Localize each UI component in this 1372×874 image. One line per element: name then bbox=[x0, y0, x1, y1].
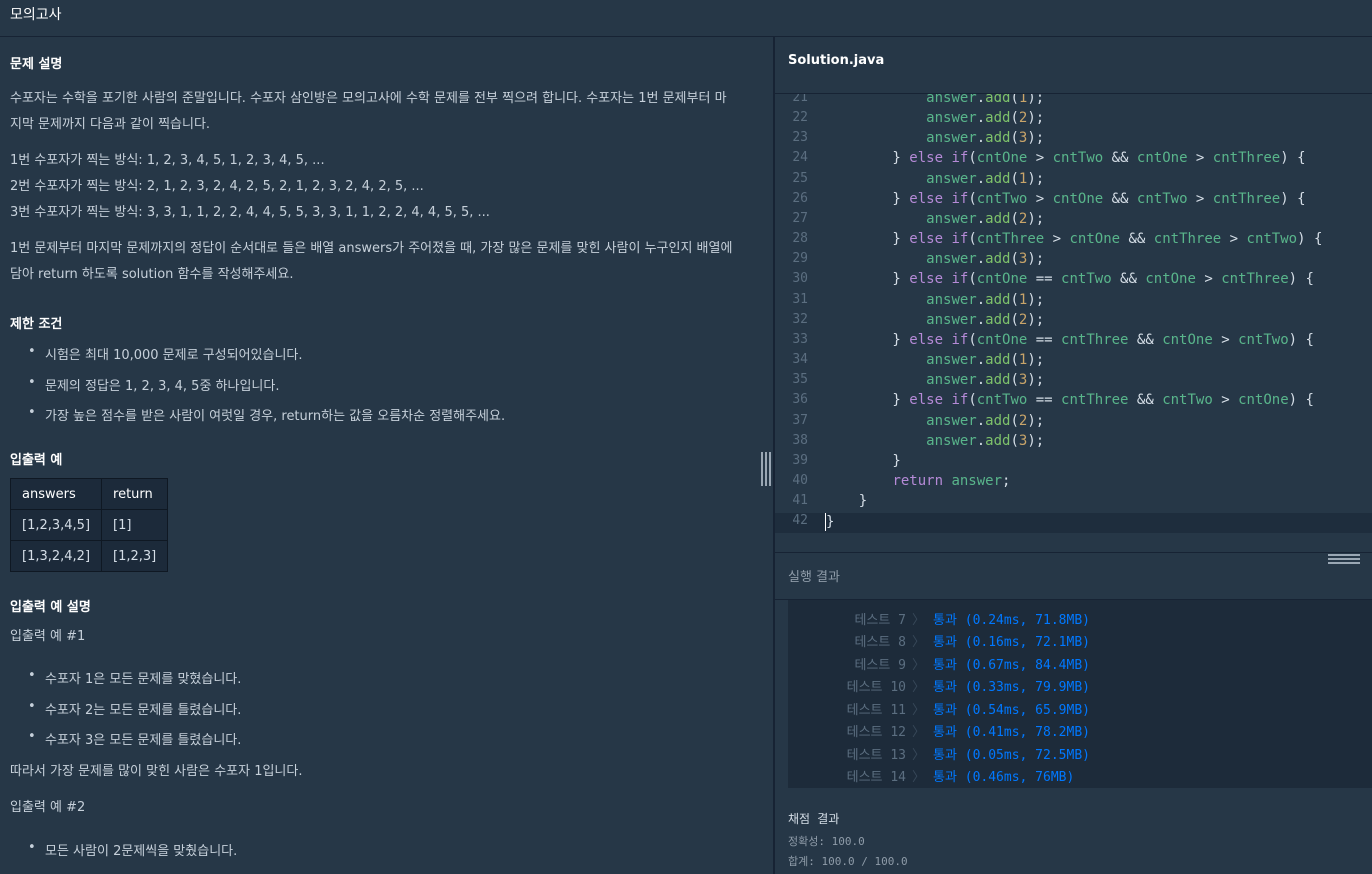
file-name: Solution.java bbox=[788, 53, 885, 68]
test-result-row: 테스트 14 〉 통과 (0.46ms, 76MB) bbox=[788, 766, 1372, 788]
table-cell: [1] bbox=[101, 509, 169, 541]
chevron-right-icon: 〉 bbox=[912, 658, 926, 673]
table-row: [1,2,3,4,5] [1] bbox=[9, 509, 169, 541]
test-result-row: 테스트 12 〉 통과 (0.41ms, 78.2MB) bbox=[788, 721, 1372, 743]
chevron-right-icon: 〉 bbox=[912, 748, 926, 763]
table-cell: [1,3,2,4,2] bbox=[9, 540, 103, 572]
pattern-1: 1번 수포자가 찍는 방식: 1, 2, 3, 4, 5, 1, 2, 3, 4… bbox=[10, 153, 325, 168]
table-row: [1,3,2,4,2] [1,2,3] bbox=[9, 540, 169, 572]
test-result-row: 테스트 8 〉 통과 (0.16ms, 72.1MB) bbox=[788, 631, 1372, 653]
problem-intro: 수포자는 수학을 포기한 사람의 준말입니다. 수포자 삼인방은 모의고사에 수… bbox=[10, 91, 727, 132]
explanation-item: 수포자 2는 모든 문제를 틀렸습니다. bbox=[28, 699, 241, 718]
problem-panel: 문제 설명 수포자는 수학을 포기한 사람의 준말입니다. 수포자 삼인방은 모… bbox=[0, 37, 773, 874]
test-results[interactable]: 테스트 7 〉 통과 (0.24ms, 71.8MB) 테스트 8 〉 통과 (0.16… bbox=[788, 600, 1372, 788]
editor-panel: Solution.java 21 answer.add(1); 22 answe… bbox=[775, 37, 1372, 874]
result-header: 실행 결과 bbox=[775, 552, 1372, 600]
test-result-row: 테스트 11 〉 통과 (0.54ms, 65.9MB) bbox=[788, 699, 1372, 721]
constraint-item: 시험은 최대 10,000 문제로 구성되어있습니다. bbox=[28, 344, 303, 363]
column-header: answers bbox=[9, 478, 103, 510]
explanation-item: 수포자 3은 모든 문제를 틀렸습니다. bbox=[28, 729, 241, 748]
chevron-right-icon: 〉 bbox=[912, 613, 926, 628]
table-cell: [1,2,3] bbox=[101, 540, 169, 572]
example2-title: 입출력 예 #2 bbox=[10, 800, 86, 815]
test-result-row: 테스트 10 〉 통과 (0.33ms, 79.9MB) bbox=[788, 676, 1372, 698]
pattern-2: 2번 수포자가 찍는 방식: 2, 1, 2, 3, 2, 4, 2, 5, 2… bbox=[10, 179, 424, 194]
example1-conclusion: 따라서 가장 문제를 많이 맞힌 사람은 수포자 1입니다. bbox=[10, 764, 303, 779]
chevron-right-icon: 〉 bbox=[912, 680, 926, 695]
problem-task: 1번 문제부터 마지막 문제까지의 정답이 순서대로 들은 배열 answers… bbox=[10, 241, 733, 282]
code-editor[interactable]: 21 answer.add(1); 22 answer.add(2); 23 a… bbox=[775, 94, 1372, 552]
test-result-row: 테스트 13 〉 통과 (0.05ms, 72.5MB) bbox=[788, 744, 1372, 766]
io-example-heading: 입출력 예 bbox=[10, 453, 63, 468]
table-cell: [1,2,3,4,5] bbox=[9, 509, 103, 541]
constraints-heading: 제한 조건 bbox=[10, 317, 63, 332]
collapse-handle-icon[interactable] bbox=[1328, 554, 1360, 564]
total-score: 합계: 100.0 / 100.0 bbox=[788, 855, 908, 868]
constraint-item: 가장 높은 점수를 받은 사람이 여럿일 경우, return하는 값을 오름차… bbox=[28, 405, 505, 424]
top-bar: 모의고사 bbox=[0, 0, 1372, 37]
pattern-3: 3번 수포자가 찍는 방식: 3, 3, 1, 1, 2, 2, 4, 4, 5… bbox=[10, 205, 490, 220]
example1-title: 입출력 예 #1 bbox=[10, 629, 86, 644]
test-result-row: 테스트 7 〉 통과 (0.24ms, 71.8MB) bbox=[788, 609, 1372, 631]
chevron-right-icon: 〉 bbox=[912, 635, 926, 650]
io-explanation-heading: 입출력 예 설명 bbox=[10, 600, 91, 615]
resize-handle-icon[interactable] bbox=[760, 452, 772, 486]
io-example-table: answers return [1,2,3,4,5] [1] [1,3,2,4,… bbox=[9, 478, 169, 572]
column-header: return bbox=[101, 478, 169, 510]
score-title: 채점 결과 bbox=[788, 812, 840, 826]
chevron-right-icon: 〉 bbox=[912, 725, 926, 740]
result-heading: 실행 결과 bbox=[788, 570, 840, 585]
problem-heading: 문제 설명 bbox=[10, 57, 63, 72]
chevron-right-icon: 〉 bbox=[912, 770, 926, 785]
explanation-item: 모든 사람이 2문제씩을 맞췄습니다. bbox=[28, 840, 237, 859]
chevron-right-icon: 〉 bbox=[912, 703, 926, 718]
page-title: 모의고사 bbox=[10, 7, 62, 23]
explanation-item: 수포자 1은 모든 문제를 맞혔습니다. bbox=[28, 668, 241, 687]
accuracy-score: 정확성: 100.0 bbox=[788, 835, 865, 848]
constraint-item: 문제의 정답은 1, 2, 3, 4, 5중 하나입니다. bbox=[28, 375, 279, 394]
file-tab[interactable]: Solution.java bbox=[775, 37, 1372, 94]
test-result-row: 테스트 9 〉 통과 (0.67ms, 84.4MB) bbox=[788, 654, 1372, 676]
